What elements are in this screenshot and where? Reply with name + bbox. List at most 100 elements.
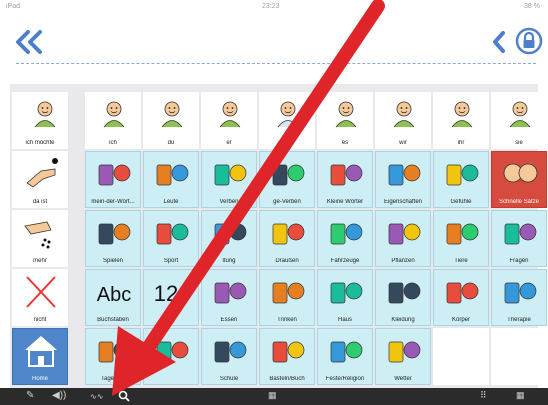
symbol-picture <box>268 275 308 309</box>
symbol-picture <box>210 275 250 309</box>
symbol-cell[interactable]: ihr <box>433 92 489 149</box>
symbol-label: Spielen <box>102 258 123 264</box>
symbol-cell[interactable]: Eigenschaften <box>375 151 431 208</box>
symbol-cell[interactable]: Kleidung <box>375 269 431 326</box>
chevron-left-icon <box>493 31 505 53</box>
symbol-cell[interactable]: ich <box>85 92 141 149</box>
symbol-picture: Abc <box>94 275 134 309</box>
lock-button[interactable] <box>514 26 544 56</box>
symbol-cell[interactable]: nicht <box>12 269 68 326</box>
symbol-cell[interactable]: Verben <box>201 151 257 208</box>
symbol-cell[interactable]: Schule <box>201 328 257 385</box>
svg-text:Abc: Abc <box>97 284 131 306</box>
symbol-label: Tagespla <box>100 376 126 382</box>
symbol-label: Therapie <box>507 317 531 323</box>
symbol-cell[interactable]: Essen <box>201 269 257 326</box>
symbol-picture <box>500 216 540 250</box>
symbol-label: ge-Verben <box>273 199 301 205</box>
symbol-cell[interactable]: Leute <box>143 151 199 208</box>
symbol-cell[interactable]: Gefühle <box>433 151 489 208</box>
symbol-cell[interactable]: Home <box>12 328 68 385</box>
symbol-cell[interactable]: Feste/Religion <box>317 328 373 385</box>
page-grid-icon[interactable]: ▦ <box>516 390 525 401</box>
symbol-cell[interactable]: ich möchte <box>12 92 68 149</box>
search-icon[interactable] <box>118 390 130 405</box>
symbol-cell[interactable]: es <box>317 92 373 149</box>
symbol-cell[interactable]: Spielen <box>85 210 141 267</box>
symbol-label: er <box>226 140 232 146</box>
symbol-picture <box>268 157 308 191</box>
carrier-label: iPad <box>6 3 21 10</box>
symbol-picture <box>268 98 308 132</box>
symbol-cell[interactable]: Fahrzeuge <box>317 210 373 267</box>
symbol-label: ich möchte <box>25 140 55 146</box>
symbol-cell[interactable]: Kleine Wörter <box>317 151 373 208</box>
symbol-label: nicht <box>33 317 47 323</box>
symbol-cell[interactable] <box>143 328 199 385</box>
symbol-cell[interactable]: Abc Buchstaben <box>85 269 141 326</box>
speaker-icon[interactable]: ◀)) <box>52 390 66 401</box>
symbol-cell[interactable]: Sport <box>143 210 199 267</box>
symbol-label: Eigenschaften <box>383 199 423 205</box>
symbol-picture <box>442 216 482 250</box>
symbol-picture <box>384 216 424 250</box>
symbol-cell[interactable]: Therapie <box>491 269 547 326</box>
symbol-cell[interactable]: Draußen <box>259 210 315 267</box>
symbol-cell[interactable] <box>259 92 315 149</box>
symbol-picture <box>94 216 134 250</box>
symbol-label: Fragen <box>509 258 529 264</box>
symbol-cell[interactable]: wir <box>375 92 431 149</box>
symbol-picture <box>21 216 61 250</box>
symbol-label: Schule <box>219 376 239 382</box>
symbol-cell[interactable]: Tagespla <box>85 328 141 385</box>
symbol-picture <box>500 157 540 191</box>
symbol-cell[interactable] <box>491 328 547 385</box>
symbol-cell[interactable]: Schnelle Sätze <box>491 151 547 208</box>
symbol-label: Wetter <box>394 376 412 382</box>
sentence-bar-divider <box>16 63 536 64</box>
symbol-picture <box>210 334 250 368</box>
symbol-cell[interactable]: Wetter <box>375 328 431 385</box>
symbol-cell[interactable]: Haus <box>317 269 373 326</box>
previous-page-button[interactable] <box>488 28 510 56</box>
bottom-toolbar: ✎ ◀)) ∿∿ ▦ ⠿ ▦ <box>0 388 548 405</box>
symbol-cell[interactable]: 12 <box>143 269 199 326</box>
symbol-label: wir <box>399 140 407 146</box>
symbol-cell[interactable]: Trinken <box>259 269 315 326</box>
symbol-label: ltung <box>222 258 236 264</box>
symbol-picture <box>94 334 134 368</box>
symbol-picture <box>384 157 424 191</box>
symbol-cell[interactable] <box>433 328 489 385</box>
symbol-label: es <box>341 140 349 146</box>
symbol-cell[interactable]: ge-Verben <box>259 151 315 208</box>
grid-icon[interactable]: ▦ <box>268 390 277 401</box>
symbol-picture <box>152 157 192 191</box>
symbol-cell[interactable]: da ist <box>12 151 68 208</box>
symbol-cell[interactable]: Basteln/Buch <box>259 328 315 385</box>
symbol-cell[interactable]: Körper <box>433 269 489 326</box>
symbol-picture <box>442 334 482 368</box>
keyboard-icon[interactable]: ⠿ <box>480 390 487 401</box>
symbol-cell[interactable]: Pflanzen <box>375 210 431 267</box>
symbol-cell[interactable]: mehr <box>12 210 68 267</box>
symbol-cell[interactable]: er <box>201 92 257 149</box>
symbol-cell[interactable]: Tiere <box>433 210 489 267</box>
symbol-picture <box>94 98 134 132</box>
symbol-label: mehr <box>33 258 47 264</box>
back-home-button[interactable] <box>12 26 46 58</box>
lock-icon <box>515 27 543 55</box>
symbol-cell[interactable]: Fragen <box>491 210 547 267</box>
symbol-picture <box>384 275 424 309</box>
symbol-cell[interactable]: ltung <box>201 210 257 267</box>
symbol-cell[interactable]: du <box>143 92 199 149</box>
symbol-picture <box>210 216 250 250</box>
symbol-label: Schnelle Sätze <box>498 199 540 205</box>
symbol-picture <box>442 275 482 309</box>
symbol-cell[interactable]: mein-der-Wört... <box>85 151 141 208</box>
pencil-icon[interactable]: ✎ <box>26 390 34 401</box>
symbol-label: du <box>167 140 175 146</box>
symbol-label: Fahrzeuge <box>330 258 360 264</box>
symbol-label: Home <box>31 376 48 382</box>
symbol-cell[interactable]: sie <box>491 92 547 149</box>
signal-icon[interactable]: ∿∿ <box>90 392 103 401</box>
